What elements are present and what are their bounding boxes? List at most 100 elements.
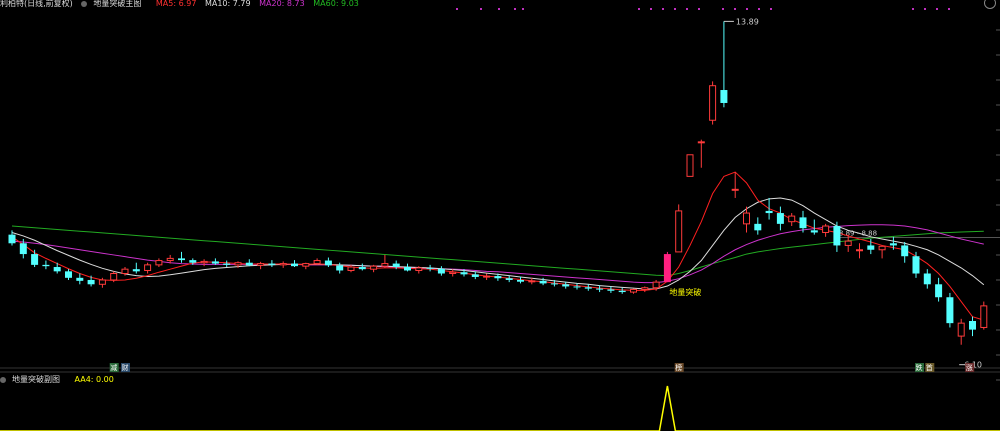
candle xyxy=(878,245,886,251)
candle xyxy=(370,265,378,270)
candle xyxy=(630,288,637,293)
candle xyxy=(867,245,875,250)
candle xyxy=(291,263,298,267)
main-chart-header: 利柏特(日线,前复权) 地量突破主图 MA5: 6.97 MA10: 7.79 … xyxy=(0,0,365,9)
candle xyxy=(935,284,943,298)
candle xyxy=(652,281,660,289)
event-marker-label: 财 xyxy=(122,363,129,372)
candle xyxy=(98,279,106,285)
candle xyxy=(822,225,830,233)
candle xyxy=(178,258,185,261)
ma10-label: MA10: 7.79 xyxy=(204,0,251,8)
candle xyxy=(550,283,558,285)
candle xyxy=(324,260,332,266)
candle xyxy=(404,267,411,271)
ma20-label: MA20: 8.73 xyxy=(259,0,305,8)
candle xyxy=(528,280,536,283)
top-signal-dot xyxy=(686,8,688,10)
candle xyxy=(686,154,694,177)
candle xyxy=(969,320,976,330)
top-signal-dot xyxy=(936,8,938,10)
event-marker-label: 跌 xyxy=(916,363,923,372)
candle xyxy=(110,273,118,281)
candle xyxy=(675,210,683,253)
candle xyxy=(87,279,95,285)
candle xyxy=(980,305,988,328)
ma5-line xyxy=(11,171,984,321)
candle xyxy=(155,260,163,266)
candle xyxy=(268,263,276,265)
candle xyxy=(234,262,242,266)
candle xyxy=(618,290,626,293)
top-signal-dot xyxy=(770,8,772,10)
sub-indicator-name[interactable]: 地量突破副图 xyxy=(0,375,66,384)
candle xyxy=(946,297,954,324)
event-marker-label: 首 xyxy=(926,363,933,372)
candle xyxy=(437,268,445,274)
candle xyxy=(709,85,717,121)
top-signal-dot xyxy=(722,8,724,10)
candle xyxy=(223,263,231,265)
candle xyxy=(844,240,852,246)
indicator-name[interactable]: 地量突破主图 xyxy=(81,0,147,8)
candle xyxy=(166,257,174,262)
candle xyxy=(132,269,140,272)
candle xyxy=(302,263,310,267)
candle xyxy=(776,213,784,224)
ma5-label: MA5: 6.97 xyxy=(155,0,197,8)
candle xyxy=(607,289,615,291)
candle xyxy=(505,278,513,280)
candle xyxy=(211,261,219,264)
candle xyxy=(121,268,129,274)
candle xyxy=(799,217,807,229)
candle xyxy=(336,265,344,271)
top-signal-dot xyxy=(498,8,500,10)
candle xyxy=(76,277,84,281)
candle xyxy=(517,279,524,282)
top-signal-dot xyxy=(522,8,524,10)
event-marker-label: 涨 xyxy=(966,363,973,372)
candle xyxy=(483,275,491,278)
top-signal-dot xyxy=(734,8,736,10)
candle xyxy=(53,267,61,272)
candle xyxy=(279,263,287,266)
candle xyxy=(189,260,197,263)
candle xyxy=(460,272,468,275)
top-signal-dot xyxy=(480,8,482,10)
candle xyxy=(471,274,479,277)
candle xyxy=(788,215,796,223)
event-marker-label: 减 xyxy=(110,363,117,372)
candle xyxy=(313,260,321,265)
candle xyxy=(663,254,671,283)
ma60-label: MA60: 9.03 xyxy=(313,0,359,8)
top-signal-dot xyxy=(650,8,652,10)
sub-chart-header: 地量突破副图 AA4: 0.00 xyxy=(0,374,120,385)
candle xyxy=(144,264,152,271)
candle xyxy=(833,226,841,246)
candle xyxy=(31,254,39,265)
candle xyxy=(347,266,355,271)
candle xyxy=(415,267,423,271)
aa4-line xyxy=(0,385,1000,431)
candle xyxy=(257,263,265,266)
candle xyxy=(856,249,863,252)
candle xyxy=(562,284,570,287)
top-signal-dot xyxy=(698,8,700,10)
candle xyxy=(200,260,208,264)
candle xyxy=(957,322,965,337)
stock-name[interactable]: 利柏特(日线,前复权) xyxy=(0,0,73,8)
candle xyxy=(596,288,604,290)
top-signal-dot xyxy=(948,8,950,10)
kline-chart[interactable]: 8.89 - 8.8813.896.10地量突破减财榜跌首涨 xyxy=(0,0,1000,431)
candle xyxy=(8,234,16,244)
top-signal-dot xyxy=(758,8,760,10)
candle xyxy=(720,90,728,103)
candle xyxy=(245,262,253,266)
candle xyxy=(573,286,581,288)
candle xyxy=(494,276,502,279)
candle xyxy=(539,280,547,284)
candle xyxy=(42,264,50,267)
top-signal-dot xyxy=(674,8,676,10)
top-signal-dot xyxy=(456,8,458,10)
candle xyxy=(584,287,592,289)
